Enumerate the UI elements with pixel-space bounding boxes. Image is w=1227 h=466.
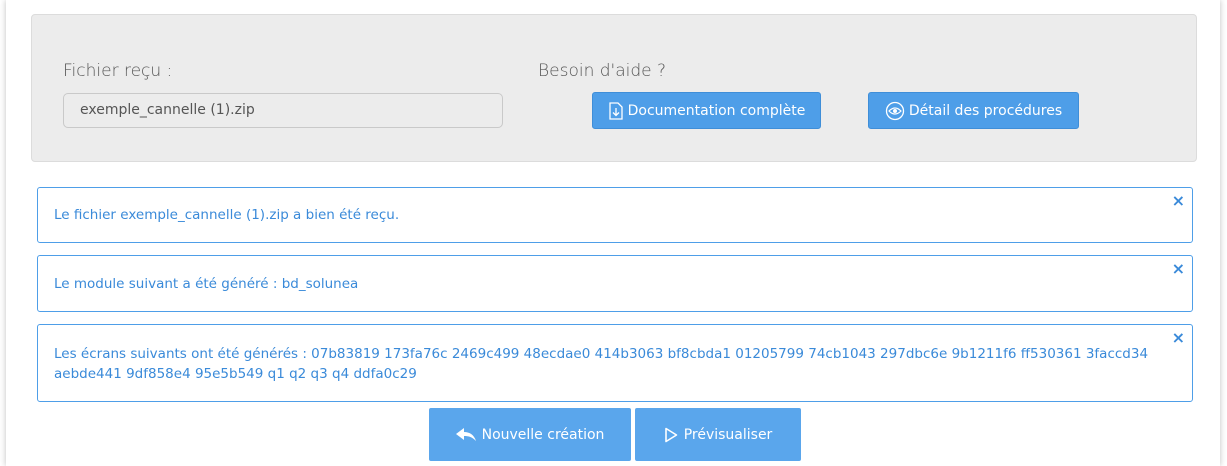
documentation-button[interactable]: Documentation complète [592,92,821,129]
reply-arrow-icon [455,427,476,442]
new-creation-button[interactable]: Nouvelle création [429,408,631,461]
close-icon[interactable]: × [1172,191,1185,210]
help-label: Besoin d'aide ? [538,61,667,81]
alert-module-generated: Le module suivant a été généré : bd_solu… [37,255,1193,312]
eye-icon [885,101,905,121]
play-outline-icon [664,427,678,443]
file-label: Fichier reçu : [63,61,173,81]
alert-text: Le fichier exemple_cannelle (1).zip a bi… [54,207,400,223]
alert-screens-generated: Les écrans suivants ont été générés : 07… [37,324,1193,402]
alert-text: Le module suivant a été généré : bd_solu… [54,275,359,292]
procedures-button-label: Détail des procédures [908,102,1063,119]
new-creation-label: Nouvelle création [481,426,605,443]
preview-button[interactable]: Prévisualiser [635,408,801,461]
procedures-button[interactable]: Détail des procédures [868,92,1079,129]
alert-text: Les écrans suivants ont été générés : 07… [54,346,1149,382]
document-download-icon [608,101,624,120]
received-file-field[interactable]: exemple_cannelle (1).zip [63,93,503,128]
close-icon[interactable]: × [1172,259,1185,278]
documentation-button-label: Documentation complète [627,102,806,119]
upload-panel: Fichier reçu : exemple_cannelle (1).zip … [31,14,1197,162]
preview-label: Prévisualiser [683,426,773,443]
close-icon[interactable]: × [1172,328,1185,347]
alert-file-received: Le fichier exemple_cannelle (1).zip a bi… [37,187,1193,243]
